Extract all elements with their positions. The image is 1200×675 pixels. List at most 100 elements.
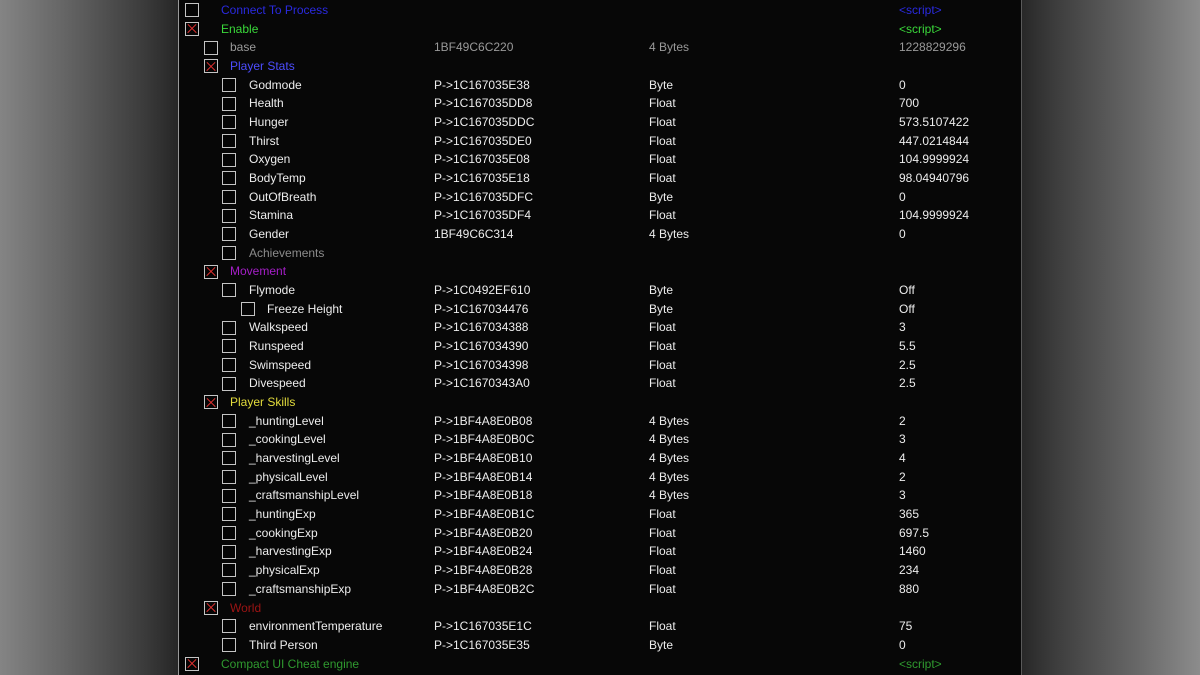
entry-description[interactable]: _physicalLevel <box>249 468 328 487</box>
entry-description[interactable]: Player Skills <box>230 393 295 412</box>
active-checkbox[interactable] <box>222 470 236 485</box>
cheat-entry-row[interactable]: _huntingExp P->1BF4A8E0B1C Float 365 <box>179 505 1021 524</box>
entry-description[interactable]: Flymode <box>249 281 295 300</box>
entry-value[interactable]: <script> <box>899 1 942 20</box>
entry-description[interactable]: Connect To Process <box>221 1 328 20</box>
entry-description[interactable]: World <box>230 599 261 618</box>
entry-value[interactable]: 2.5 <box>899 374 916 393</box>
entry-value[interactable]: 2.5 <box>899 356 916 375</box>
active-checkbox[interactable] <box>204 600 218 615</box>
active-checkbox[interactable] <box>222 563 236 578</box>
entry-type[interactable]: Float <box>649 374 676 393</box>
entry-value[interactable]: 0 <box>899 76 906 95</box>
entry-address[interactable]: P->1BF4A8E0B28 <box>434 561 532 580</box>
cheat-entry-row[interactable]: _craftsmanshipLevel P->1BF4A8E0B18 4 Bytes… <box>179 486 1021 505</box>
entry-value[interactable]: 3 <box>899 430 906 449</box>
cheat-entry-row[interactable]: Enable <script> <box>179 20 1021 39</box>
active-checkbox[interactable] <box>204 395 218 410</box>
entry-address[interactable]: P->1BF4A8E0B10 <box>434 449 532 468</box>
entry-description[interactable]: Compact UI Cheat engine <box>221 655 359 674</box>
entry-type[interactable]: 4 Bytes <box>649 412 689 431</box>
cheat-entry-row[interactable]: _physicalLevel P->1BF4A8E0B14 4 Bytes 2 <box>179 468 1021 487</box>
entry-address[interactable]: 1BF49C6C220 <box>434 38 513 57</box>
active-checkbox[interactable] <box>222 77 236 92</box>
entry-type[interactable]: Float <box>649 318 676 337</box>
cheat-entry-row[interactable]: Godmode P->1C167035E38 Byte 0 <box>179 76 1021 95</box>
entry-type[interactable]: Float <box>649 505 676 524</box>
cheat-entry-row[interactable]: environmentTemperature P->1C167035E1C Floa… <box>179 617 1021 636</box>
active-checkbox[interactable] <box>222 283 236 298</box>
entry-address[interactable]: P->1C167035E08 <box>434 150 530 169</box>
entry-type[interactable]: Float <box>649 113 676 132</box>
active-checkbox[interactable] <box>222 619 236 634</box>
entry-description[interactable]: _huntingExp <box>249 505 316 524</box>
entry-value[interactable]: 5.5 <box>899 337 916 356</box>
cheat-entry-row[interactable]: _cookingExp P->1BF4A8E0B20 Float 697.5 <box>179 524 1021 543</box>
active-checkbox[interactable] <box>222 507 236 522</box>
active-checkbox[interactable] <box>222 638 236 653</box>
entry-value[interactable]: 75 <box>899 617 912 636</box>
active-checkbox[interactable] <box>222 526 236 541</box>
entry-type[interactable]: Float <box>649 337 676 356</box>
entry-description[interactable]: Godmode <box>249 76 302 95</box>
active-checkbox[interactable] <box>222 227 236 242</box>
entry-address[interactable]: P->1C167035E35 <box>434 636 530 655</box>
entry-address[interactable]: P->1C167035DD8 <box>434 94 532 113</box>
cheat-entry-row[interactable]: Hunger P->1C167035DDC Float 573.5107422 <box>179 113 1021 132</box>
entry-value[interactable]: Off <box>899 300 915 319</box>
entry-description[interactable]: base <box>230 38 256 57</box>
entry-address[interactable]: P->1C0492EF610 <box>434 281 530 300</box>
entry-description[interactable]: Player Stats <box>230 57 295 76</box>
active-checkbox[interactable] <box>222 134 236 148</box>
entry-value[interactable]: 104.9999924 <box>899 150 969 169</box>
entry-type[interactable]: Float <box>649 542 676 561</box>
entry-description[interactable]: Swimspeed <box>249 356 311 375</box>
cheat-entry-row[interactable]: _physicalExp P->1BF4A8E0B28 Float 234 <box>179 561 1021 580</box>
entry-value[interactable]: 98.04940796 <box>899 169 969 188</box>
entry-type[interactable]: Float <box>649 524 676 543</box>
entry-address[interactable]: P->1C167034390 <box>434 337 528 356</box>
active-checkbox[interactable] <box>185 3 199 18</box>
entry-value[interactable]: <script> <box>899 655 942 674</box>
entry-type[interactable]: Float <box>649 169 676 188</box>
entry-address[interactable]: P->1BF4A8E0B2C <box>434 580 534 599</box>
entry-description[interactable]: BodyTemp <box>249 169 306 188</box>
entry-description[interactable]: Gender <box>249 225 289 244</box>
cheat-entry-row[interactable]: Achievements <box>179 244 1021 263</box>
cheat-entry-row[interactable]: OutOfBreath P->1C167035DFC Byte 0 <box>179 188 1021 207</box>
entry-value[interactable]: 0 <box>899 188 906 207</box>
entry-description[interactable]: Third Person <box>249 636 318 655</box>
cheat-entry-row[interactable]: Divespeed P->1C1670343A0 Float 2.5 <box>179 374 1021 393</box>
entry-value[interactable]: 104.9999924 <box>899 206 969 225</box>
cheat-entry-row[interactable]: Swimspeed P->1C167034398 Float 2.5 <box>179 356 1021 375</box>
entry-type[interactable]: Float <box>649 561 676 580</box>
entry-address[interactable]: P->1C167035DDC <box>434 113 534 132</box>
entry-value[interactable]: <script> <box>899 20 942 39</box>
active-checkbox[interactable] <box>204 59 218 74</box>
entry-value[interactable]: 3 <box>899 486 906 505</box>
entry-description[interactable]: _craftsmanshipLevel <box>249 486 359 505</box>
entry-description[interactable]: Enable <box>221 20 258 39</box>
active-checkbox[interactable] <box>222 152 236 167</box>
entry-address[interactable]: P->1BF4A8E0B18 <box>434 486 532 505</box>
entry-type[interactable]: Float <box>649 580 676 599</box>
entry-value[interactable]: 573.5107422 <box>899 113 969 132</box>
entry-type[interactable]: Float <box>649 94 676 113</box>
entry-address[interactable]: P->1C167035E38 <box>434 76 530 95</box>
entry-type[interactable]: Float <box>649 206 676 225</box>
entry-description[interactable]: Freeze Height <box>267 300 342 319</box>
entry-address[interactable]: P->1C167035E1C <box>434 617 532 636</box>
entry-address[interactable]: P->1C167034388 <box>434 318 528 337</box>
cheat-entry-row[interactable]: Oxygen P->1C167035E08 Float 104.9999924 <box>179 150 1021 169</box>
cheat-entry-row[interactable]: _harvestingLevel P->1BF4A8E0B10 4 Bytes 4 <box>179 449 1021 468</box>
entry-value[interactable]: 365 <box>899 505 919 524</box>
entry-description[interactable]: _huntingLevel <box>249 412 324 431</box>
active-checkbox[interactable] <box>204 40 218 55</box>
entry-value[interactable]: 2 <box>899 412 906 431</box>
active-checkbox[interactable] <box>222 190 236 205</box>
entry-type[interactable]: 4 Bytes <box>649 468 689 487</box>
entry-description[interactable]: OutOfBreath <box>249 188 316 207</box>
entry-type[interactable]: Float <box>649 356 676 375</box>
entry-description[interactable]: Stamina <box>249 206 293 225</box>
active-checkbox[interactable] <box>222 115 236 130</box>
